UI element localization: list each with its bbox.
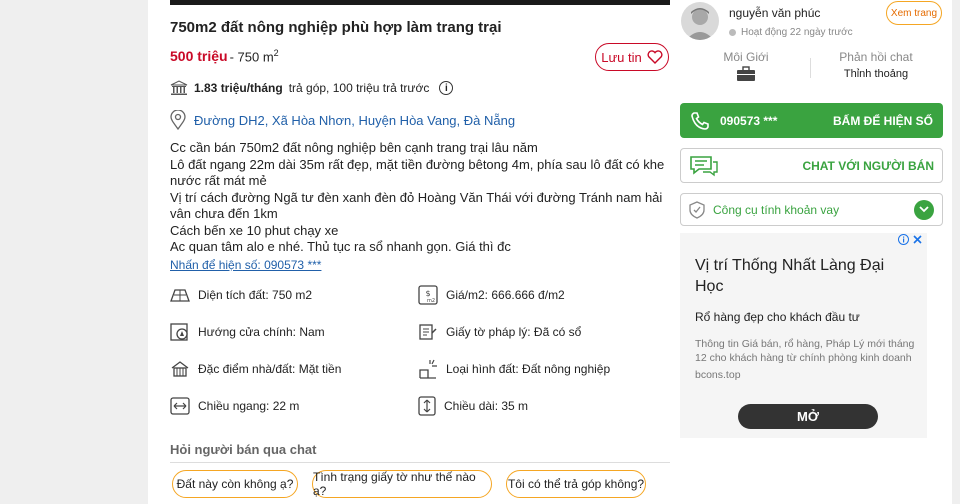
view-profile-button[interactable]: Xem trang	[886, 1, 942, 25]
svg-text:$: $	[425, 289, 430, 298]
spec-direction: Hướng cửa chính: Nam	[170, 323, 325, 341]
ask-seller-title: Hỏi người bán qua chat	[170, 442, 317, 457]
seller-sidebar: nguyễn văn phúc Hoạt động 22 ngày trước …	[676, 0, 952, 504]
quick-question-chip[interactable]: Đất này còn không ạ?	[172, 470, 298, 498]
description-line: Vị trí cách đường Ngã tư đèn xanh đèn đỏ…	[170, 189, 663, 222]
briefcase-icon	[737, 66, 755, 81]
house-icon	[171, 361, 189, 377]
spec-legal: Giấy tờ pháp lý: Đã có sổ	[418, 323, 581, 341]
description-line: Cc cần bán 750m2 đất nông nghiệp bên cạn…	[170, 140, 538, 155]
listing-detail: 750m2 đất nông nghiệp phù hợp làm trang …	[148, 0, 676, 504]
description-line: Ac quan tâm alo e nhé. Thủ tục ra sổ nha…	[170, 239, 511, 254]
phone-icon	[691, 111, 709, 130]
address-text[interactable]: Đường DH2, Xã Hòa Nhơn, Huyện Hòa Vang, …	[194, 113, 515, 128]
land-icon	[419, 359, 437, 379]
installment-amount: 1.83 triệu/tháng	[194, 81, 283, 95]
area-icon	[170, 289, 190, 302]
location-pin-icon	[170, 110, 186, 130]
ad-domain: bcons.top	[695, 369, 741, 381]
price: 500 triệu	[170, 48, 228, 65]
installment-row: 1.83 triệu/tháng trả góp, 100 triệu trả …	[170, 80, 454, 96]
description-line: Lô đất ngang 22m dài 35m rất đẹp, mặt ti…	[170, 156, 665, 189]
spec-width: Chiều ngang: 22 m	[170, 397, 299, 415]
area-summary: - 750 m2	[229, 48, 279, 65]
description: Cc cần bán 750m2 đất nông nghiệp bên cạn…	[170, 140, 670, 256]
svg-text:m2: m2	[427, 298, 435, 304]
loan-calculator-label: Công cụ tính khoản vay	[713, 202, 840, 217]
chevron-down-icon[interactable]	[914, 199, 934, 220]
stat-chat-response: Phản hồi chat Thỉnh thoảng	[839, 50, 913, 80]
status-dot-icon	[729, 29, 736, 36]
calculator-shield-icon	[689, 200, 705, 219]
quick-question-chip[interactable]: Tình trạng giấy tờ như thế nào ạ?	[312, 470, 492, 498]
ad-open-button[interactable]: MỞ	[738, 404, 878, 429]
price-row: 500 triệu - 750 m2	[170, 48, 279, 64]
show-phone-label: BẤM ĐỂ HIỆN SỐ	[832, 113, 933, 128]
chat-seller-button[interactable]: CHAT VỚI NGƯỜI BÁN	[680, 148, 943, 183]
seller-status: Hoạt động 22 ngày trước	[729, 27, 853, 38]
ad-controls	[898, 234, 923, 245]
seller-name[interactable]: nguyễn văn phúc	[729, 6, 820, 20]
image-gallery-bottom[interactable]	[170, 0, 670, 5]
chat-label: CHAT VỚI NGƯỜI BÁN	[802, 158, 934, 173]
stat-broker: Môi Giới	[716, 50, 776, 85]
ad-body: Thông tin Giá bán, rổ hàng, Pháp Lý mới …	[695, 338, 915, 364]
show-phone-link[interactable]: Nhấn để hiện số: 090573 ***	[170, 258, 321, 272]
bank-icon	[170, 80, 188, 95]
spec-area: Diện tích đất: 750 m2	[170, 287, 312, 303]
compass-icon	[170, 323, 188, 341]
ad-subtitle: Rổ hàng đẹp cho khách đầu tư	[695, 310, 860, 324]
length-icon	[418, 396, 436, 416]
heart-icon	[647, 50, 663, 64]
info-icon[interactable]: i	[439, 81, 454, 95]
spec-length: Chiều dài: 35 m	[418, 396, 528, 416]
spec-land-type: Loại hình đất: Đất nông nghiệp	[418, 358, 610, 380]
divider	[810, 58, 811, 78]
quick-question-chip[interactable]: Tôi có thể trả góp không?	[506, 470, 646, 498]
price-per-m2-icon: $m2	[418, 285, 438, 305]
close-icon[interactable]	[912, 234, 923, 245]
description-line: Cách bến xe 10 phut chạy xe	[170, 222, 339, 238]
phone-number: 090573 ***	[720, 113, 778, 128]
width-icon	[170, 397, 190, 415]
chat-icon	[690, 155, 718, 176]
divider	[170, 462, 670, 463]
spec-price-per-m2: $ m2 Giá/m2: 666.666 đ/m2	[418, 285, 565, 305]
show-phone-button[interactable]: 090573 *** BẤM ĐỂ HIỆN SỐ	[680, 103, 943, 138]
ad-banner[interactable]: Vị trí Thống Nhất Làng Đại Học Rổ hàng đ…	[680, 233, 927, 438]
ad-title[interactable]: Vị trí Thống Nhất Làng Đại Học	[695, 255, 915, 297]
spec-feature: Đặc điểm nhà/đất: Mặt tiền	[170, 360, 341, 378]
avatar[interactable]	[681, 2, 719, 40]
installment-text: trả góp, 100 triệu trả trước	[288, 81, 430, 95]
document-icon	[419, 324, 437, 340]
loan-calculator-button[interactable]: Công cụ tính khoản vay	[680, 193, 943, 226]
save-listing-button[interactable]: Lưu tin	[595, 43, 669, 71]
listing-title: 750m2 đất nông nghiệp phù hợp làm trang …	[170, 19, 502, 36]
save-label: Lưu tin	[601, 49, 642, 65]
ad-info-icon[interactable]	[898, 234, 909, 245]
address-row: Đường DH2, Xã Hòa Nhơn, Huyện Hòa Vang, …	[170, 110, 515, 130]
